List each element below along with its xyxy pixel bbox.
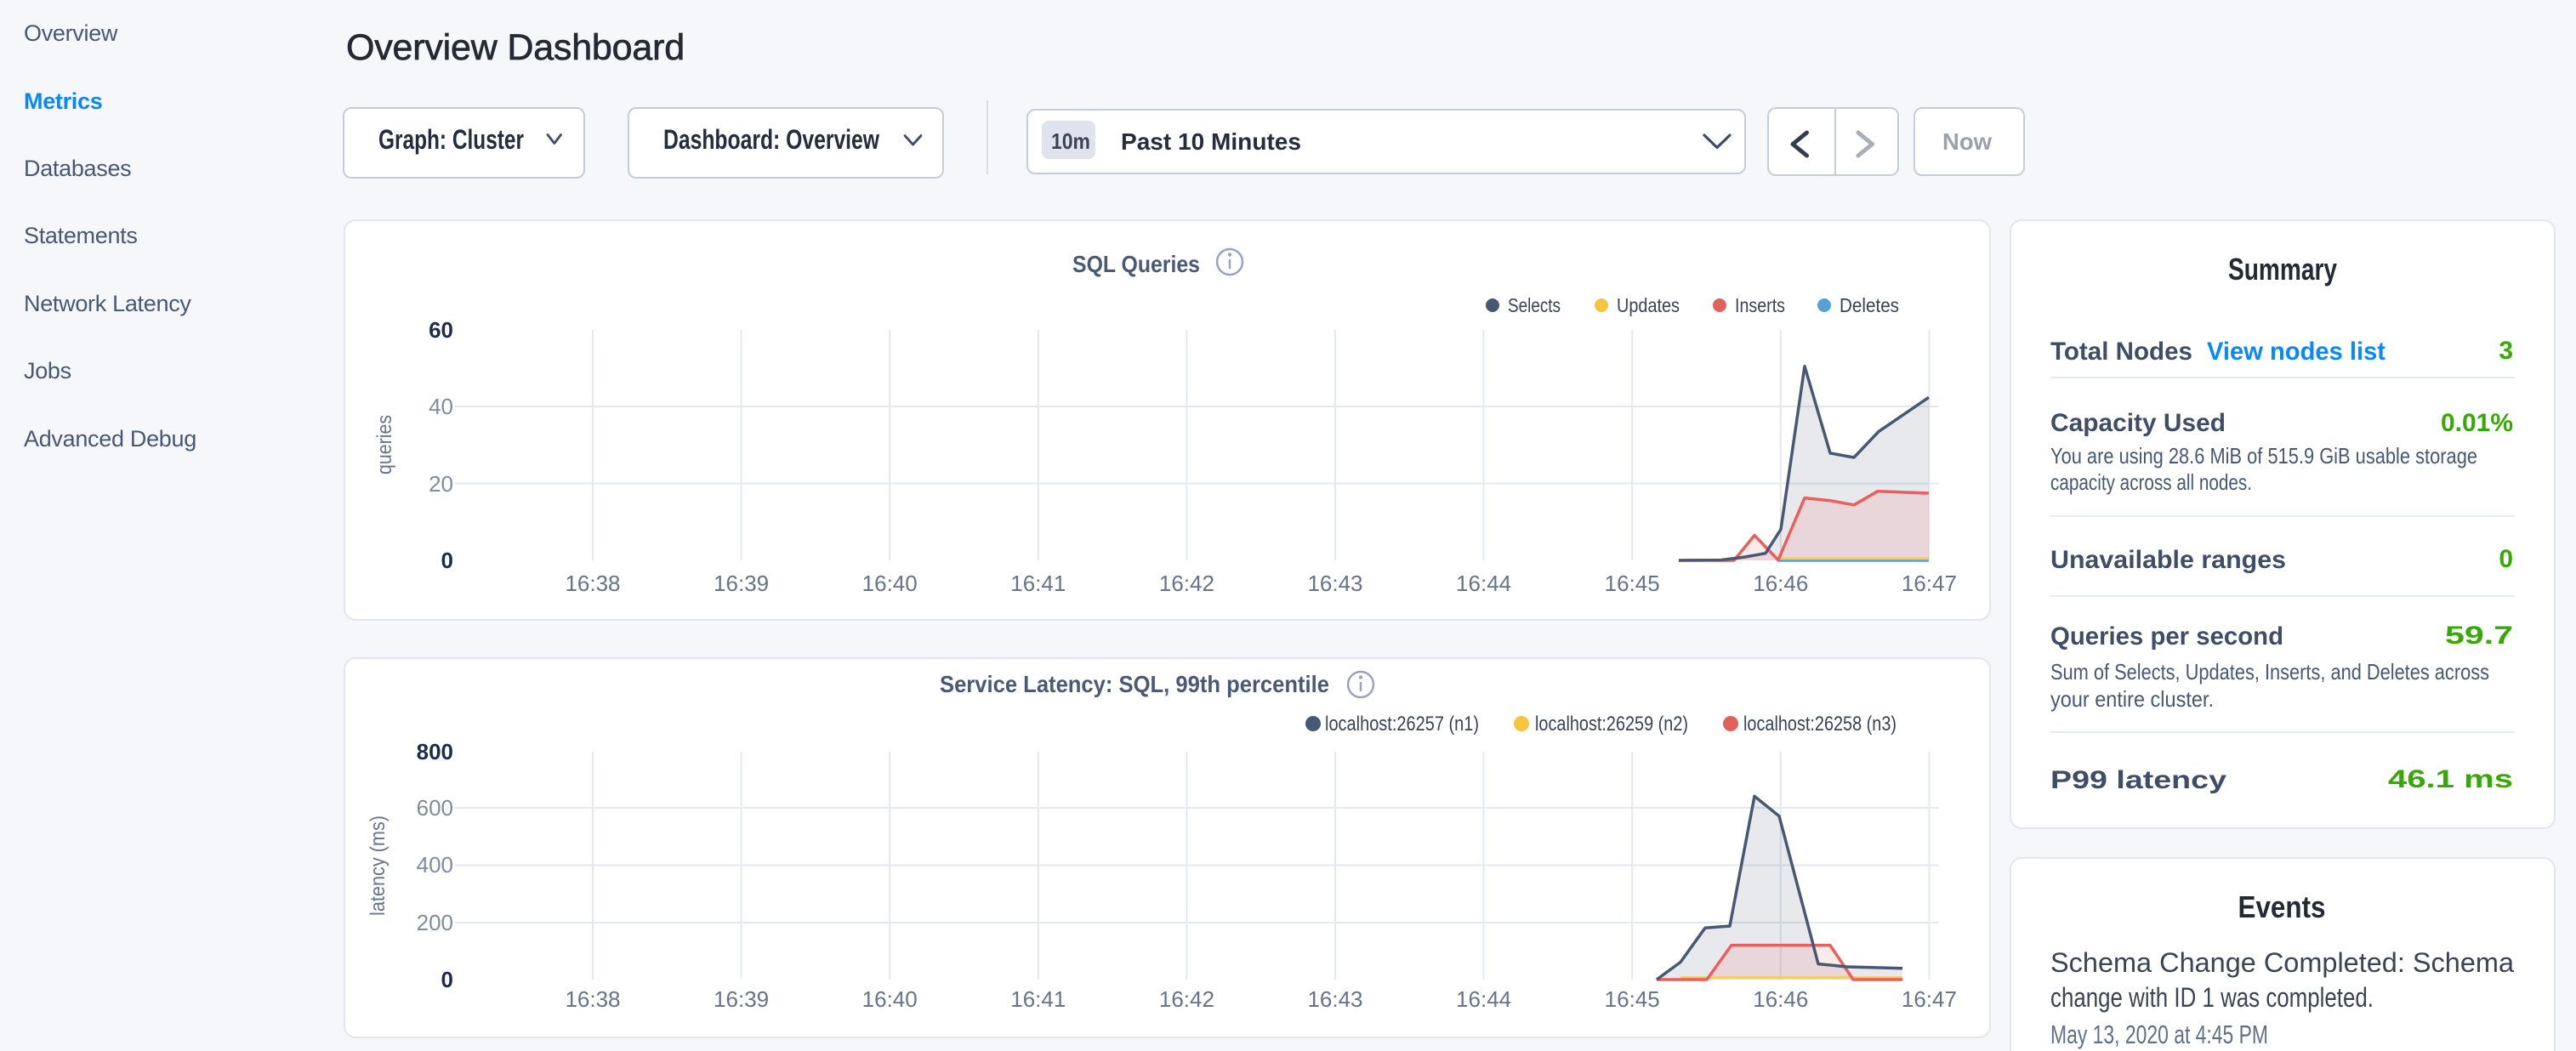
svg-text:P99 latency: P99 latency xyxy=(2050,766,2226,794)
svg-text:0: 0 xyxy=(2499,545,2513,573)
svg-text:Total Nodes: Total Nodes xyxy=(2050,338,2192,366)
svg-text:You are using 28.6 MiB of 515.: You are using 28.6 MiB of 515.9 GiB usab… xyxy=(2050,443,2477,469)
svg-text:46.1 ms: 46.1 ms xyxy=(2388,765,2513,793)
svg-text:Summary: Summary xyxy=(2228,252,2337,287)
svg-text:capacity across all nodes.: capacity across all nodes. xyxy=(2050,469,2252,495)
svg-text:View nodes list: View nodes list xyxy=(2207,338,2386,366)
svg-text:3: 3 xyxy=(2499,337,2513,365)
svg-text:Unavailable ranges: Unavailable ranges xyxy=(2050,546,2286,574)
svg-text:Events: Events xyxy=(2238,889,2326,924)
svg-text:May 13, 2020 at 4:45 PM: May 13, 2020 at 4:45 PM xyxy=(2050,1020,2268,1049)
svg-text:your entire cluster.: your entire cluster. xyxy=(2050,686,2214,712)
svg-text:0.01%: 0.01% xyxy=(2441,409,2513,437)
svg-text:Schema Change Completed: Schem: Schema Change Completed: Schema xyxy=(2050,947,2514,978)
svg-text:Capacity Used: Capacity Used xyxy=(2050,409,2226,437)
svg-text:change with ID 1 was completed: change with ID 1 was completed. xyxy=(2050,982,2374,1013)
svg-text:59.7: 59.7 xyxy=(2445,622,2513,650)
svg-text:Queries per second: Queries per second xyxy=(2050,622,2283,650)
svg-text:Sum of Selects, Updates, Inser: Sum of Selects, Updates, Inserts, and De… xyxy=(2050,659,2489,685)
